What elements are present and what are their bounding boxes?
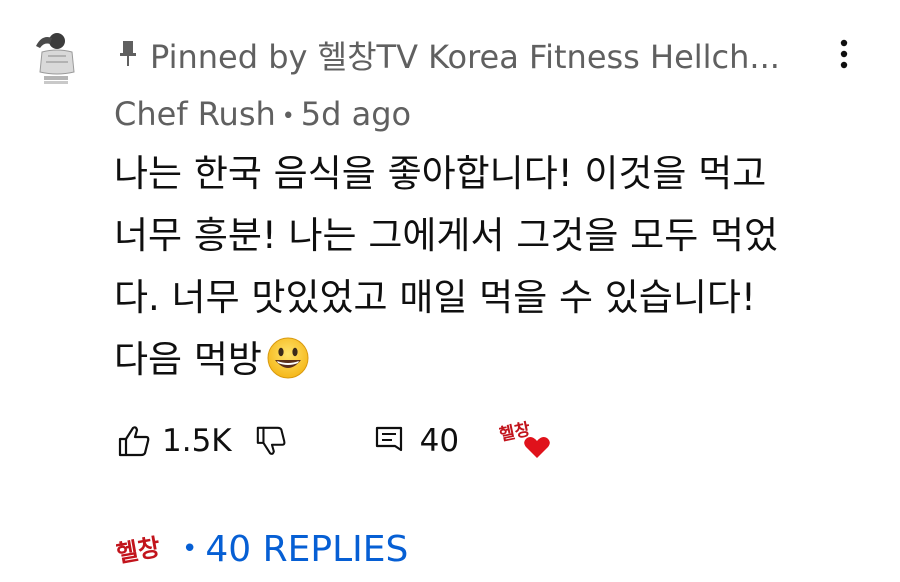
- thumbs-up-icon: [118, 426, 150, 457]
- like-count: 1.5K: [162, 423, 232, 459]
- comment-actions: 1.5K 40 헬창: [116, 418, 555, 464]
- pin-icon: [118, 39, 138, 71]
- like-button[interactable]: [116, 421, 152, 461]
- separator-dot: •: [182, 534, 198, 564]
- comment-author-row: Chef Rush • 5d ago: [114, 95, 411, 133]
- comment-icon: [375, 426, 402, 452]
- grinning-face-emoji-icon: [266, 336, 310, 380]
- avatar[interactable]: [30, 28, 80, 86]
- pinned-by-text: Pinned by 헬창TV Korea Fitness Hellch...: [150, 38, 780, 76]
- thumbs-down-icon: [256, 426, 286, 455]
- vertical-dots-icon: [840, 39, 848, 69]
- creator-heart-badge: 헬창: [498, 418, 555, 464]
- pinned-label-row: Pinned by 헬창TV Korea Fitness Hellch...: [118, 34, 780, 76]
- more-options-button[interactable]: [826, 34, 862, 74]
- comment-text: 나는 한국 음식을 좋아합니다! 이것을 먹고 너무 흥분! 나는 그에게서 그…: [114, 143, 844, 391]
- comment-body: 나는 한국 음식을 좋아합니다! 이것을 먹고 너무 흥분! 나는 그에게서 그…: [114, 152, 779, 381]
- avatar-image: [36, 33, 75, 84]
- view-replies-button[interactable]: 헬창 • 40 REPLIES: [116, 524, 408, 574]
- reply-button[interactable]: [372, 421, 406, 461]
- creator-avatar-icon: 헬창: [116, 533, 162, 567]
- separator-dot: •: [281, 103, 295, 129]
- reply-count: 40: [419, 423, 460, 459]
- comment-timestamp[interactable]: 5d ago: [301, 95, 411, 133]
- creator-avatar-text: 헬창: [116, 533, 162, 567]
- dislike-button[interactable]: [254, 421, 288, 461]
- creator-heart-icon: 헬창: [498, 420, 550, 458]
- author-name[interactable]: Chef Rush: [114, 95, 276, 133]
- replies-label: 40 REPLIES: [205, 528, 409, 570]
